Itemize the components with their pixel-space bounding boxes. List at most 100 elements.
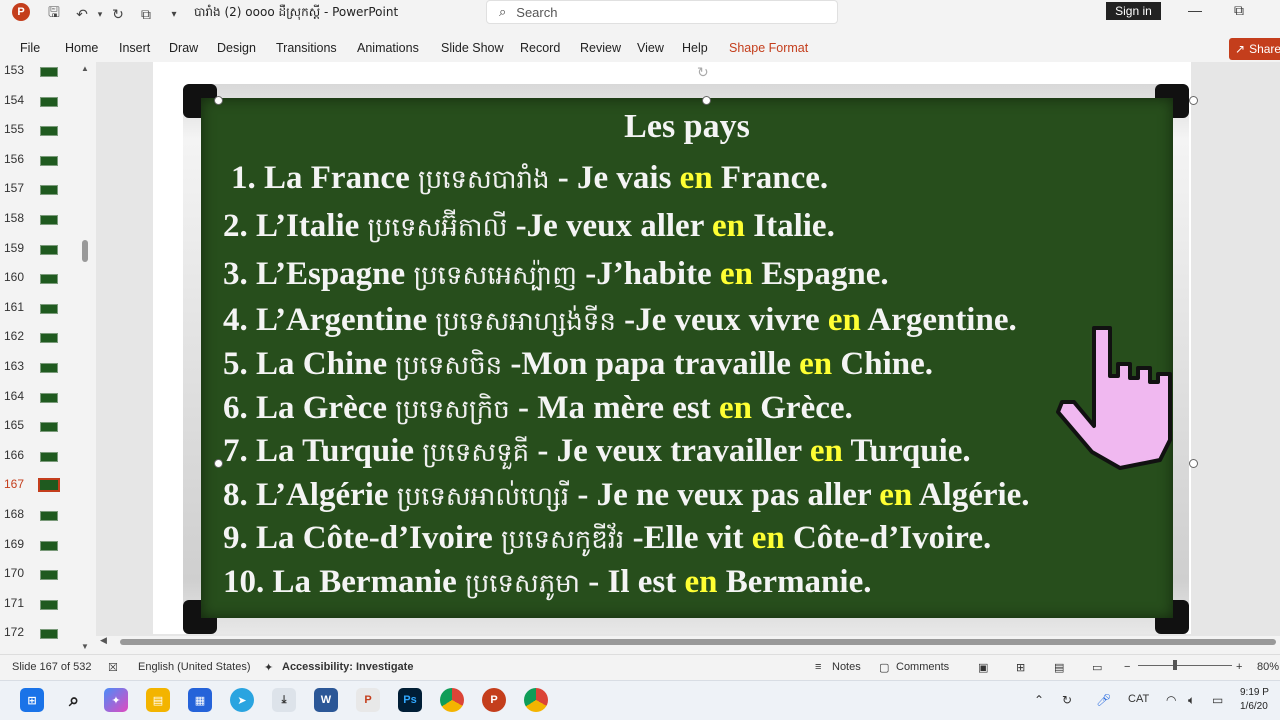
slide[interactable]: Les pays 1. La France ប្រទេសបារាំង - Je … bbox=[153, 62, 1191, 634]
slide-text-line[interactable]: 9. La Côte-d’Ivoire ប្រទេសកូឌីវ័រ -Elle … bbox=[223, 520, 991, 561]
slide-thumbnail[interactable]: 156 bbox=[0, 134, 80, 166]
slide-text-line[interactable]: 7. La Turquie ប្រទេសទួគី - Je veux trava… bbox=[223, 433, 971, 474]
normal-view-icon[interactable]: ▣ bbox=[978, 661, 988, 674]
slide-thumbnail[interactable]: 155 bbox=[0, 104, 80, 137]
battery-icon[interactable]: ▭ bbox=[1212, 693, 1223, 707]
slide-sorter-icon[interactable]: ⊞ bbox=[1016, 661, 1025, 674]
tab-record[interactable]: Record bbox=[520, 41, 560, 55]
microphone-icon[interactable]: 🎤︎ bbox=[1096, 693, 1111, 707]
minimize-icon[interactable]: — bbox=[1188, 2, 1202, 18]
comments-icon[interactable]: ▢ bbox=[879, 661, 889, 674]
store-icon[interactable]: ▦ bbox=[188, 688, 212, 712]
photoshop-icon[interactable]: Ps bbox=[398, 688, 422, 712]
spelling-check-icon[interactable]: ☒ bbox=[108, 661, 118, 674]
zoom-level[interactable]: 80% bbox=[1257, 661, 1279, 673]
slide-thumbnail[interactable]: 162 bbox=[0, 311, 80, 344]
slide-text-line[interactable]: 2. L’Italie ប្រទេសអ៊ីតាលី -Je veux aller… bbox=[223, 208, 835, 249]
slide-thumbnail[interactable]: 160 bbox=[0, 252, 80, 285]
tab-animations[interactable]: Animations bbox=[357, 41, 419, 55]
tab-slide-show[interactable]: Slide Show bbox=[441, 41, 504, 55]
tab-home[interactable]: Home bbox=[65, 41, 98, 55]
telegram-icon[interactable]: ➤ bbox=[230, 688, 254, 712]
volume-icon[interactable]: 🔈︎ bbox=[1188, 693, 1195, 708]
thumbnails-scroll-up-icon[interactable]: ▲ bbox=[81, 64, 89, 73]
restore-icon[interactable]: ⧉ bbox=[1234, 2, 1244, 19]
language-status[interactable]: English (United States) bbox=[138, 661, 251, 673]
tray-overflow-icon[interactable]: ⌃ bbox=[1034, 693, 1044, 707]
tab-file[interactable]: File bbox=[20, 41, 40, 55]
present-icon[interactable]: ⧉ bbox=[136, 4, 156, 24]
notes-button[interactable]: Notes bbox=[832, 661, 861, 673]
chrome-profile-icon[interactable] bbox=[524, 688, 548, 712]
slide-thumbnail[interactable]: 159 bbox=[0, 223, 80, 255]
thumbnails-scroll-down-icon[interactable]: ▼ bbox=[81, 642, 89, 651]
selection-handle[interactable] bbox=[702, 96, 711, 105]
windows-start-icon[interactable]: ⊞ bbox=[20, 688, 44, 712]
tab-insert[interactable]: Insert bbox=[119, 41, 150, 55]
tab-review[interactable]: Review bbox=[580, 41, 621, 55]
copilot-icon[interactable]: ✦ bbox=[104, 688, 128, 712]
slide-thumbnail[interactable]: 163 bbox=[0, 341, 80, 373]
sign-in-button[interactable]: Sign in bbox=[1106, 2, 1161, 20]
customize-toolbar-icon[interactable]: ▾ bbox=[164, 4, 184, 24]
slide-text-line[interactable]: 4. L’Argentine ប្រទេសអាហ្សង់ទីន -Je veux… bbox=[223, 302, 1017, 343]
tab-transitions[interactable]: Transitions bbox=[276, 41, 337, 55]
slide-thumbnail[interactable]: 173 bbox=[0, 637, 80, 654]
tab-view[interactable]: View bbox=[637, 41, 664, 55]
slide-text-line[interactable]: 5. La Chine ប្រទេសចិន -Mon papa travaill… bbox=[223, 346, 933, 387]
undo-icon[interactable]: ↶ bbox=[72, 4, 92, 24]
accessibility-icon[interactable]: ✦ bbox=[264, 661, 273, 674]
reading-view-icon[interactable]: ▤ bbox=[1054, 661, 1064, 674]
powerpoint-taskbar-icon[interactable]: P bbox=[482, 688, 506, 712]
slide-thumbnail[interactable]: 172 bbox=[0, 607, 80, 640]
share-button[interactable]: ↗ Share bbox=[1229, 38, 1280, 60]
selection-handle[interactable] bbox=[1189, 459, 1198, 468]
system-clock[interactable]: 9:19 P 1/6/20 bbox=[1240, 686, 1269, 714]
zoom-in-icon[interactable]: + bbox=[1236, 661, 1242, 673]
slide-text-line[interactable]: 1. La France ប្រទេសបារាំង - Je vais en F… bbox=[231, 160, 828, 201]
slide-thumbnail[interactable]: 165 bbox=[0, 400, 80, 433]
office-file-icon[interactable]: P bbox=[356, 688, 380, 712]
slide-thumbnail[interactable]: 167 bbox=[0, 459, 80, 493]
tab-shape-format[interactable]: Shape Format bbox=[729, 41, 808, 55]
horizontal-scrollbar[interactable] bbox=[120, 639, 1276, 645]
slide-text-line[interactable]: 8. L’Algérie ប្រទេសអាល់ហ្សេរី - Je ne ve… bbox=[223, 477, 1030, 518]
undo-dropdown-icon[interactable]: ▾ bbox=[90, 4, 110, 24]
slide-text-line[interactable]: 10. La Bermanie ប្រទេសភូមា - Il est en B… bbox=[223, 564, 871, 605]
slide-thumbnail[interactable]: 168 bbox=[0, 489, 80, 521]
slide-title[interactable]: Les pays bbox=[201, 108, 1173, 146]
downloads-icon[interactable]: ⤓ bbox=[272, 688, 296, 712]
file-explorer-icon[interactable]: ▤ bbox=[146, 688, 170, 712]
wifi-icon[interactable]: ◠ bbox=[1166, 693, 1176, 707]
tab-help[interactable]: Help bbox=[682, 41, 708, 55]
scroll-left-icon[interactable]: ◀ bbox=[100, 635, 107, 646]
zoom-slider-thumb[interactable] bbox=[1173, 660, 1177, 670]
selection-handle[interactable] bbox=[214, 96, 223, 105]
accessibility-status[interactable]: Accessibility: Investigate bbox=[282, 661, 413, 673]
comments-button[interactable]: Comments bbox=[896, 661, 949, 673]
slide-text-line[interactable]: 3. L’Espagne ប្រទេសអេស្ប៉ាញ -J’habite en… bbox=[223, 256, 889, 297]
taskbar-search-icon[interactable]: ⌕ bbox=[62, 688, 86, 712]
slide-thumbnail[interactable]: 164 bbox=[0, 371, 80, 403]
tab-draw[interactable]: Draw bbox=[169, 41, 198, 55]
zoom-slider-track[interactable] bbox=[1138, 665, 1232, 666]
slide-thumbnail[interactable]: 157 bbox=[0, 163, 80, 196]
slide-thumbnail[interactable]: 171 bbox=[0, 578, 80, 610]
slide-text-line[interactable]: 6. La Grèce ប្រទេសក្រិច - Ma mère est en… bbox=[223, 390, 853, 431]
slide-thumbnail[interactable]: 169 bbox=[0, 519, 80, 551]
slide-thumbnail[interactable]: 166 bbox=[0, 430, 80, 462]
selection-handle[interactable] bbox=[1189, 96, 1198, 105]
thumbnails-scrollbar[interactable] bbox=[82, 240, 88, 262]
sync-icon[interactable]: ↻ bbox=[1062, 693, 1072, 707]
rotate-handle-icon[interactable]: ↻ bbox=[697, 64, 715, 80]
redo-icon[interactable]: ↻ bbox=[108, 4, 128, 24]
slide-thumbnail[interactable]: 153 bbox=[0, 62, 80, 77]
selection-handle[interactable] bbox=[214, 459, 223, 468]
word-icon[interactable]: W bbox=[314, 688, 338, 712]
slide-thumbnail[interactable]: 154 bbox=[0, 75, 80, 107]
chalkboard[interactable]: Les pays 1. La France ប្រទេសបារាំង - Je … bbox=[201, 98, 1173, 618]
slide-thumbnail[interactable]: 161 bbox=[0, 282, 80, 314]
notes-icon[interactable]: ≡ bbox=[815, 661, 821, 673]
input-language[interactable]: CAT bbox=[1128, 693, 1149, 705]
zoom-out-icon[interactable]: − bbox=[1124, 661, 1130, 673]
